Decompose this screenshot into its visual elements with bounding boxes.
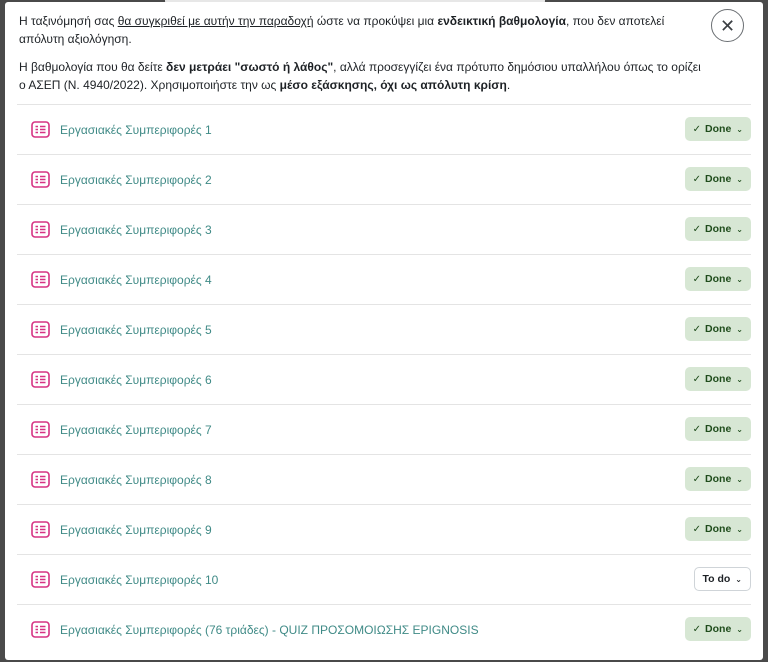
check-icon: ✓ xyxy=(692,423,702,435)
activity-row: Εργασιακές Συμπεριφορές 10 To do ⌄ xyxy=(17,554,751,604)
chevron-down-icon: ⌄ xyxy=(736,274,743,284)
chevron-down-icon: ⌄ xyxy=(736,474,743,484)
check-icon: ✓ xyxy=(692,323,702,335)
activity-link[interactable]: Εργασιακές Συμπεριφορές 2 xyxy=(60,173,212,187)
status-label: Done xyxy=(705,273,732,285)
chevron-down-icon: ⌄ xyxy=(736,374,743,384)
status-label: Done xyxy=(705,173,732,185)
chevron-down-icon: ⌄ xyxy=(736,524,743,534)
activity-link[interactable]: Εργασιακές Συμπεριφορές 4 xyxy=(60,273,212,287)
completion-status-dropdown[interactable]: ✓ Done ⌄ xyxy=(684,417,751,441)
activity-link[interactable]: Εργασιακές Συμπεριφορές (76 τριάδες) - Q… xyxy=(60,623,479,637)
chevron-down-icon: ⌄ xyxy=(736,624,743,634)
intro-paragraph-2: Η βαθμολογία που θα δείτε δεν μετράει "σ… xyxy=(19,60,701,92)
status-label: Done xyxy=(705,323,732,335)
chevron-down-icon: ⌄ xyxy=(736,324,743,334)
quiz-icon xyxy=(30,571,50,589)
chevron-down-icon: ⌄ xyxy=(736,224,743,234)
intro-paragraph-1: Η ταξινόμησή σας θα συγκριθεί με αυτήν τ… xyxy=(19,14,665,46)
completion-status-dropdown[interactable]: ✓ Done ⌄ xyxy=(684,217,751,241)
quiz-icon xyxy=(30,321,50,339)
completion-status-dropdown[interactable]: ✓ Done ⌄ xyxy=(684,117,751,141)
quiz-icon xyxy=(30,521,50,539)
check-icon: ✓ xyxy=(692,223,702,235)
close-icon: ✕ xyxy=(719,15,736,36)
quiz-icon xyxy=(30,421,50,439)
intro-underline: θα συγκριθεί με αυτήν την παραδοχή xyxy=(117,14,314,28)
check-icon: ✓ xyxy=(692,373,702,385)
status-label: Done xyxy=(705,523,732,535)
check-icon: ✓ xyxy=(692,173,702,185)
intro-text: Η ταξινόμησή σας θα συγκριθεί με αυτήν τ… xyxy=(19,12,709,104)
quiz-icon xyxy=(30,471,50,489)
status-label: Done xyxy=(705,473,732,485)
activity-row: Εργασιακές Συμπεριφορές 1 ✓ Done ⌄ xyxy=(17,104,751,154)
activity-row: Εργασιακές Συμπεριφορές 5 ✓ Done ⌄ xyxy=(17,304,751,354)
quiz-icon xyxy=(30,271,50,289)
check-icon: ✓ xyxy=(692,523,702,535)
close-button[interactable]: ✕ xyxy=(711,9,744,42)
check-icon: ✓ xyxy=(692,273,702,285)
completion-status-dropdown[interactable]: ✓ Done ⌄ xyxy=(684,367,751,391)
activity-link[interactable]: Εργασιακές Συμπεριφορές 1 xyxy=(60,123,212,137)
status-label: Done xyxy=(705,623,732,635)
quiz-icon xyxy=(30,371,50,389)
activity-list: Εργασιακές Συμπεριφορές 1 ✓ Done ⌄ Εργασ… xyxy=(17,104,751,654)
check-icon: ✓ xyxy=(692,473,702,485)
status-label: Done xyxy=(705,223,732,235)
activity-link[interactable]: Εργασιακές Συμπεριφορές 10 xyxy=(60,573,218,587)
activity-link[interactable]: Εργασιακές Συμπεριφορές 9 xyxy=(60,523,212,537)
check-icon: ✓ xyxy=(692,623,702,635)
activity-row: Εργασιακές Συμπεριφορές 4 ✓ Done ⌄ xyxy=(17,254,751,304)
completion-status-dropdown[interactable]: ✓ Done ⌄ xyxy=(684,467,751,491)
activity-link[interactable]: Εργασιακές Συμπεριφορές 5 xyxy=(60,323,212,337)
status-label: To do xyxy=(702,573,731,585)
status-label: Done xyxy=(705,423,732,435)
status-label: Done xyxy=(705,373,732,385)
chevron-down-icon: ⌄ xyxy=(736,424,743,434)
activity-row: Εργασιακές Συμπεριφορές 7 ✓ Done ⌄ xyxy=(17,404,751,454)
chevron-down-icon: ⌄ xyxy=(736,174,743,184)
activity-link[interactable]: Εργασιακές Συμπεριφορές 7 xyxy=(60,423,212,437)
quiz-icon xyxy=(30,121,50,139)
completion-status-dropdown[interactable]: ✓ Done ⌄ xyxy=(684,267,751,291)
check-icon: ✓ xyxy=(692,123,702,135)
completion-status-dropdown[interactable]: ✓ Done ⌄ xyxy=(684,317,751,341)
activity-row: Εργασιακές Συμπεριφορές (76 τριάδες) - Q… xyxy=(17,604,751,654)
activity-link[interactable]: Εργασιακές Συμπεριφορές 6 xyxy=(60,373,212,387)
quiz-icon xyxy=(30,171,50,189)
quiz-icon xyxy=(30,621,50,639)
activity-link[interactable]: Εργασιακές Συμπεριφορές 8 xyxy=(60,473,212,487)
chevron-down-icon: ⌄ xyxy=(735,574,742,584)
activity-link[interactable]: Εργασιακές Συμπεριφορές 3 xyxy=(60,223,212,237)
activity-panel: ✕ Η ταξινόμησή σας θα συγκριθεί με αυτήν… xyxy=(5,2,763,660)
completion-status-dropdown[interactable]: ✓ Done ⌄ xyxy=(684,167,751,191)
activity-row: Εργασιακές Συμπεριφορές 6 ✓ Done ⌄ xyxy=(17,354,751,404)
activity-row: Εργασιακές Συμπεριφορές 3 ✓ Done ⌄ xyxy=(17,204,751,254)
completion-status-dropdown[interactable]: ✓ Done ⌄ xyxy=(684,517,751,541)
activity-row: Εργασιακές Συμπεριφορές 9 ✓ Done ⌄ xyxy=(17,504,751,554)
activity-row: Εργασιακές Συμπεριφορές 2 ✓ Done ⌄ xyxy=(17,154,751,204)
status-label: Done xyxy=(705,123,732,135)
chevron-down-icon: ⌄ xyxy=(736,124,743,134)
quiz-icon xyxy=(30,221,50,239)
completion-status-dropdown[interactable]: To do ⌄ xyxy=(693,567,751,591)
completion-status-dropdown[interactable]: ✓ Done ⌄ xyxy=(684,617,751,641)
activity-row: Εργασιακές Συμπεριφορές 8 ✓ Done ⌄ xyxy=(17,454,751,504)
